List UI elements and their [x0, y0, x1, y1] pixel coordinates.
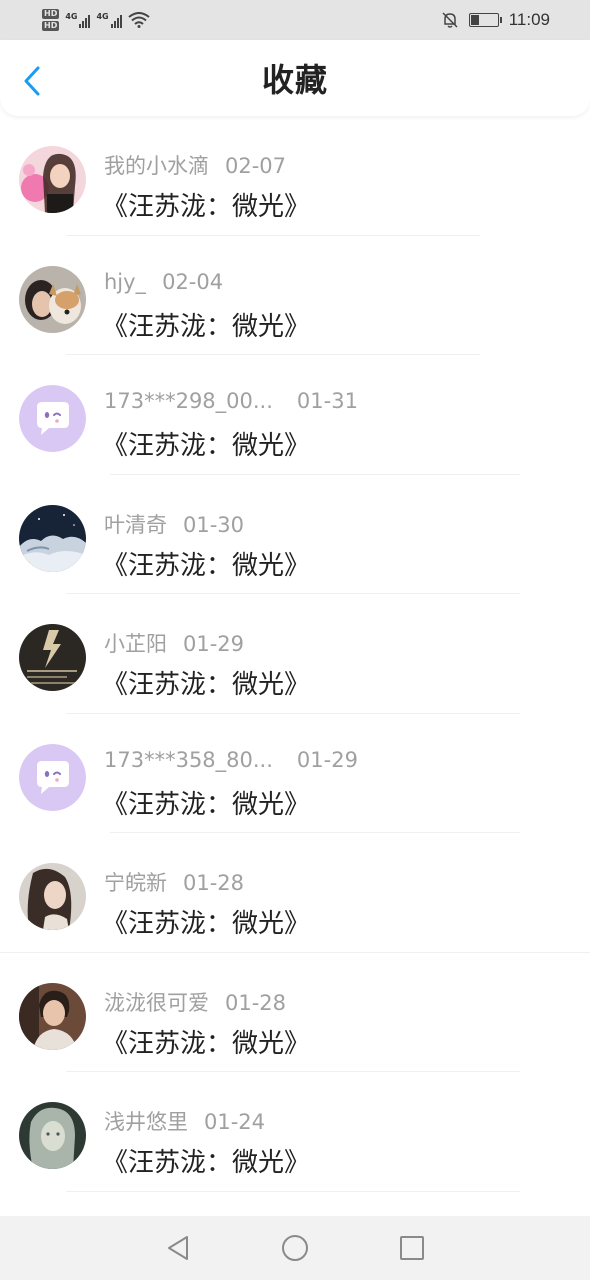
user-name: 我的小水滴 [104, 154, 209, 178]
list-item[interactable]: 宁皖新 01-28 《汪苏泷：微光》 [0, 833, 590, 953]
hd-indicator: HD HD [42, 9, 60, 31]
item-date: 01-28 [183, 871, 245, 895]
chat-bubble-icon [19, 385, 86, 452]
item-meta: hjy_ 02-04 [104, 270, 223, 294]
item-title: 《汪苏泷：微光》 [102, 1028, 311, 1059]
item-meta: 宁皖新 01-28 [104, 867, 244, 897]
item-meta: 我的小水滴 02-07 [104, 150, 286, 180]
item-date: 01-28 [225, 990, 287, 1015]
item-title: 《汪苏泷：微光》 [102, 311, 311, 342]
avatar[interactable] [19, 624, 86, 691]
nav-header: 收藏 [0, 40, 590, 116]
item-meta: 叶清奇 01-30 [104, 509, 244, 539]
hd-badge: HD [42, 9, 60, 19]
chevron-left-icon [24, 66, 40, 96]
status-bar: HD HD 4G 4G 11:09 [0, 0, 590, 40]
item-meta: 小芷阳 01-29 [104, 628, 244, 658]
back-triangle-icon [168, 1236, 189, 1260]
user-name: 小芷阳 [104, 632, 167, 656]
user-name: 173***298_00... [104, 389, 273, 413]
item-date: 02-04 [162, 269, 224, 294]
list-item[interactable]: hjy_ 02-04 《汪苏泷：微光》 [0, 236, 590, 355]
item-date: 01-29 [183, 632, 245, 656]
status-left: HD HD 4G 4G [42, 9, 150, 31]
item-meta: 泷泷很可爱 01-28 [104, 987, 286, 1017]
network-type-label: 4G [96, 12, 109, 21]
list-item[interactable]: 173***358_80... 01-29 《汪苏泷：微光》 [0, 714, 590, 833]
clock: 11:09 [508, 10, 550, 29]
user-name: hjy_ [104, 269, 147, 294]
chat-bubble-icon [19, 743, 86, 811]
user-name: 173***358_80... [104, 747, 273, 772]
favorites-list: 我的小水滴 02-07 《汪苏泷：微光》 hjy_ 02-04 《汪苏泷：微光》 [0, 116, 590, 1192]
status-right: 11:09 [441, 10, 550, 30]
list-item[interactable]: 小芷阳 01-29 《汪苏泷：微光》 [0, 594, 590, 714]
wifi-icon [128, 12, 150, 28]
avatar[interactable] [19, 1102, 86, 1169]
user-name: 浅井悠里 [104, 1110, 188, 1134]
avatar[interactable] [19, 863, 86, 930]
signal-icon: 4G [65, 12, 91, 28]
item-title: 《汪苏泷：微光》 [102, 550, 311, 581]
list-item[interactable]: 叶清奇 01-30 《汪苏泷：微光》 [0, 475, 590, 594]
battery-icon [468, 13, 502, 27]
list-item[interactable]: 我的小水滴 02-07 《汪苏泷：微光》 [0, 116, 590, 236]
item-date: 01-30 [183, 512, 245, 537]
signal-icon: 4G [96, 12, 122, 28]
mute-bell-icon [442, 12, 458, 28]
avatar[interactable] [19, 265, 86, 333]
user-name: 泷泷很可爱 [104, 990, 209, 1015]
recents-square-icon [399, 1236, 424, 1260]
list-item[interactable]: 泷泷很可爱 01-28 《汪苏泷：微光》 [0, 953, 590, 1072]
item-title: 《汪苏泷：微光》 [102, 789, 311, 820]
avatar[interactable] [19, 385, 86, 452]
item-date: 01-31 [296, 389, 358, 413]
hd-badge: HD [42, 21, 60, 31]
avatar[interactable] [19, 982, 86, 1050]
system-home-button[interactable] [278, 1231, 312, 1265]
user-name: 宁皖新 [104, 871, 167, 895]
item-meta: 浅井悠里 01-24 [104, 1106, 265, 1136]
system-back-button[interactable] [161, 1231, 195, 1265]
item-title: 《汪苏泷：微光》 [102, 909, 311, 939]
back-button[interactable] [18, 64, 46, 98]
divider [66, 1190, 520, 1192]
system-recents-button[interactable] [395, 1231, 429, 1265]
list-item[interactable]: 浅井悠里 01-24 《汪苏泷：微光》 [0, 1072, 590, 1192]
item-date: 01-29 [296, 747, 358, 772]
avatar[interactable] [19, 743, 86, 811]
page-title: 收藏 [261, 61, 328, 99]
system-nav-bar [0, 1216, 590, 1280]
list-item[interactable]: 173***298_00... 01-31 《汪苏泷：微光》 [0, 355, 590, 475]
network-type-label: 4G [65, 12, 78, 21]
item-meta: 173***298_00... 01-31 [104, 389, 358, 413]
item-title: 《汪苏泷：微光》 [102, 670, 311, 700]
item-date: 02-07 [225, 154, 287, 178]
item-meta: 173***358_80... 01-29 [104, 748, 358, 772]
avatar[interactable] [19, 504, 86, 572]
item-title: 《汪苏泷：微光》 [102, 1148, 311, 1178]
item-title: 《汪苏泷：微光》 [102, 192, 311, 222]
avatar[interactable] [19, 146, 86, 213]
item-date: 01-24 [204, 1110, 266, 1134]
user-name: 叶清奇 [104, 512, 167, 537]
home-circle-icon [281, 1235, 308, 1261]
item-title: 《汪苏泷：微光》 [102, 431, 311, 461]
